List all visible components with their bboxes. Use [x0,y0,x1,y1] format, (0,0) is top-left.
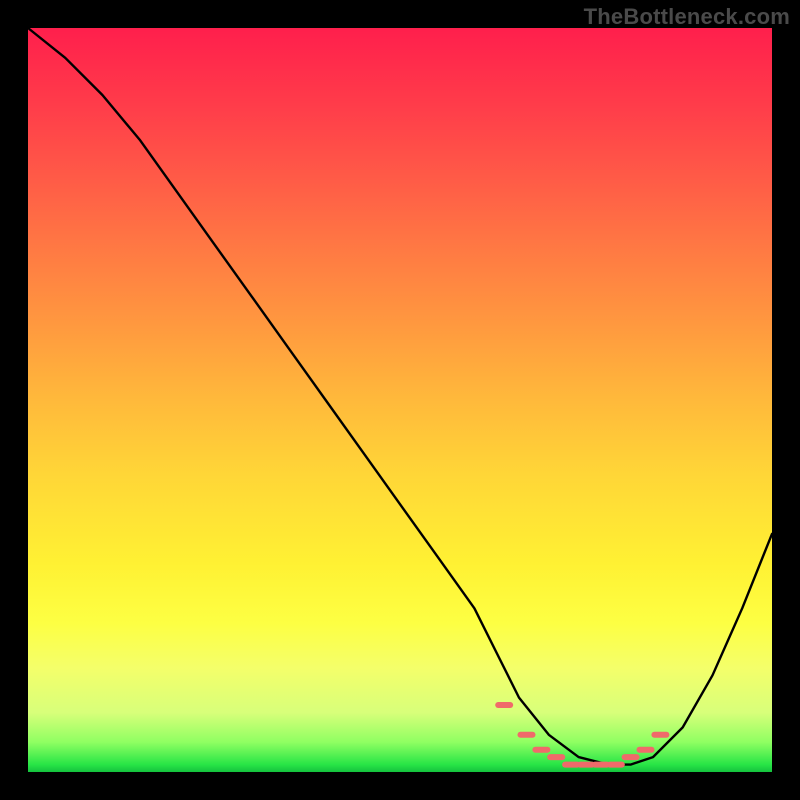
bottleneck-curve [28,28,772,765]
chart-canvas: TheBottleneck.com [0,0,800,800]
watermark-text: TheBottleneck.com [584,4,790,30]
curve-layer [28,28,772,772]
plot-area [28,28,772,772]
optimal-range-markers [498,705,666,765]
